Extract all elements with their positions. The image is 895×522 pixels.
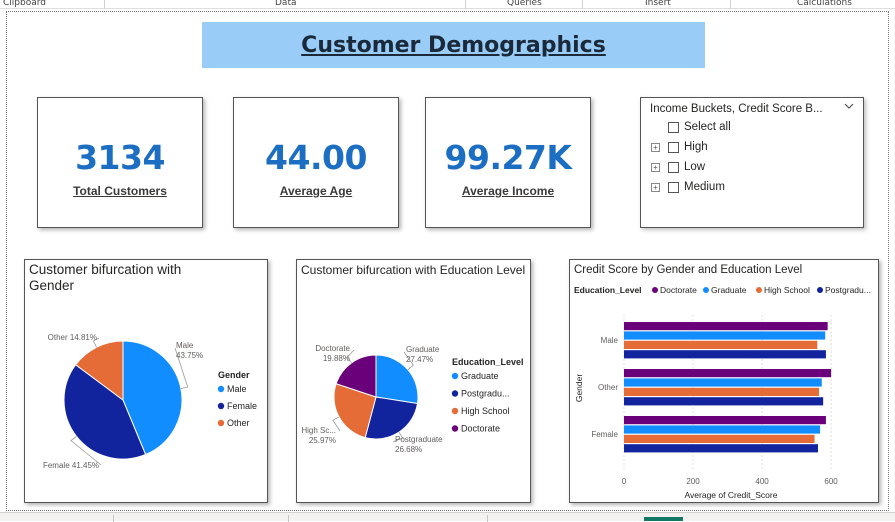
ribbon-section-insert[interactable]: Insert (645, 0, 671, 9)
slice-label: Male (176, 341, 194, 350)
bar-other-postgraduate[interactable] (624, 397, 824, 406)
slice-data-label: 26.68% (395, 445, 422, 454)
card-total-customers[interactable]: 3134 Total Customers (37, 97, 203, 228)
slice-data-label: 27.47% (406, 355, 433, 364)
income-credit-slicer[interactable]: Income Buckets, Credit Score B... Select… (640, 97, 864, 228)
legend-marker (451, 390, 459, 397)
bar-male-postgraduate[interactable] (624, 350, 826, 359)
legend-marker (703, 287, 709, 293)
card-average-income[interactable]: 99.27K Average Income (425, 97, 591, 228)
ribbon-section-queries[interactable]: Queries (507, 0, 542, 9)
legend-item[interactable]: Graduate (711, 285, 747, 295)
legend-marker (451, 407, 459, 415)
slice-label: Postgraduate (395, 435, 443, 444)
card-label: Average Income (461, 184, 555, 198)
legend-item[interactable]: Doctorate (660, 285, 697, 295)
slice-data-label: 19.88% (323, 354, 350, 363)
active-page-tab[interactable] (644, 517, 683, 521)
checkbox[interactable] (668, 122, 679, 133)
bar-female-high-school[interactable] (624, 434, 815, 443)
ribbon-section-data[interactable]: Data (275, 0, 297, 9)
legend-title: Gender (218, 370, 250, 380)
education-pie-chart[interactable]: Customer bifurcation with Education Leve… (296, 259, 531, 503)
legend-item[interactable]: High School (461, 406, 510, 416)
legend-item[interactable]: Postgradu... (461, 389, 510, 399)
legend-marker (756, 287, 762, 293)
expand-icon[interactable]: + (651, 143, 660, 152)
checkbox[interactable] (668, 162, 679, 173)
legend-title: Education_Level (574, 285, 642, 295)
legend-item[interactable]: Female (227, 401, 257, 411)
card-value: 99.27K (444, 138, 572, 177)
gender-pie-chart[interactable]: Customer bifurcation with Gender Male 43.… (24, 259, 268, 503)
bar-female-doctorate[interactable] (624, 416, 826, 425)
legend-item[interactable]: High School (764, 285, 810, 295)
ribbon-bar: Clipboard Data Queries Insert Calculatio… (0, 0, 895, 9)
legend-marker (217, 385, 225, 393)
slicer-title: Income Buckets, Credit Score B... (650, 103, 823, 115)
card-label: Average Age (279, 184, 353, 198)
report-title-box[interactable]: Customer Demographics (202, 22, 705, 68)
legend-item[interactable]: Other (227, 418, 250, 428)
bar-male-graduate[interactable] (624, 331, 826, 340)
x-tick-label: 600 (824, 477, 838, 486)
legend-marker (652, 287, 658, 293)
slice-label: Doctorate (315, 344, 350, 353)
y-axis-label: Gender (574, 374, 584, 403)
legend-item[interactable]: Male (227, 384, 247, 394)
slicer-item-label: High (684, 141, 708, 153)
legend-item[interactable]: Postgradu... (825, 285, 871, 295)
expand-icon[interactable]: + (651, 163, 660, 172)
legend-marker (217, 402, 225, 410)
bar-other-graduate[interactable] (624, 378, 822, 387)
y-tick-label: Other (598, 383, 618, 392)
bar-male-high-school[interactable] (624, 340, 818, 349)
bar-female-postgraduate[interactable] (624, 444, 818, 453)
bar-other-high-school[interactable] (624, 387, 820, 396)
checkbox[interactable] (668, 142, 679, 153)
slice-label: Other 14.81% (48, 333, 97, 342)
card-label: Total Customers (73, 184, 167, 198)
slicer-item-label: Select all (684, 121, 731, 133)
x-tick-label: 0 (622, 477, 627, 486)
credit-score-bar-svg: Education_Level Doctorate Graduate High Sch… (574, 285, 871, 500)
x-tick-label: 400 (755, 477, 769, 486)
ribbon-section-calculations[interactable]: Calculations (797, 0, 852, 9)
y-tick-label: Female (591, 430, 618, 439)
x-tick-label: 200 (686, 477, 700, 486)
bar-female-graduate[interactable] (624, 425, 821, 434)
expand-icon[interactable]: + (651, 183, 660, 192)
slicer-item-label: Low (684, 161, 706, 173)
slice-label: Female 41.45% (43, 461, 99, 470)
bar-male-doctorate[interactable] (624, 322, 828, 331)
legend-marker (817, 287, 823, 293)
y-tick-label: Male (601, 336, 619, 345)
legend-title: Education_Level (452, 357, 524, 367)
legend-marker (217, 419, 225, 427)
slice-label: Graduate (406, 345, 440, 354)
credit-score-bar-chart[interactable]: Credit Score by Gender and Education Lev… (569, 259, 879, 503)
x-axis-label: Average of Credit_Score (685, 490, 778, 500)
chevron-down-icon[interactable] (844, 101, 854, 111)
education-pie-svg: Graduate27.47%Postgraduate26.68%High Sc.… (301, 344, 524, 454)
slice-label: High Sc... (301, 426, 336, 435)
legend-item[interactable]: Doctorate (461, 424, 500, 434)
bar-other-doctorate[interactable] (624, 369, 832, 378)
page-tabs-bar (0, 512, 895, 522)
card-value: 3134 (75, 138, 165, 177)
legend-item[interactable]: Graduate (461, 371, 499, 381)
slicer-item-label: Medium (684, 181, 725, 193)
slice-data-label: 43.75% (176, 351, 203, 360)
checkbox[interactable] (668, 182, 679, 193)
card-value: 44.00 (265, 138, 367, 177)
legend-marker (451, 372, 459, 380)
slice-data-label: 25.97% (309, 436, 336, 445)
ribbon-section-clipboard[interactable]: Clipboard (3, 0, 46, 9)
legend-marker (451, 425, 459, 432)
gender-pie-svg: Male43.75%Female 41.45%Other 14.81%Gende… (43, 333, 257, 470)
report-title: Customer Demographics (301, 32, 606, 58)
card-average-age[interactable]: 44.00 Average Age (233, 97, 399, 228)
